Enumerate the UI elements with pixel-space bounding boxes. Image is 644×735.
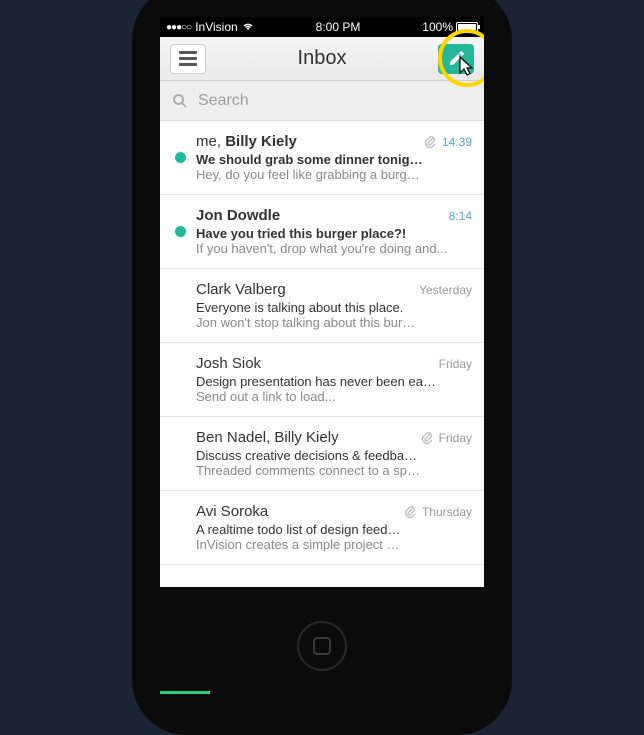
nav-bar: Inbox [160,37,484,81]
message-row[interactable]: Avi Soroka A realtime todo list of design… [160,491,484,565]
time-label: Friday [439,357,472,371]
unread-indicator-col [168,281,192,330]
subject-label: A realtime todo list of design feedback.… [196,522,404,537]
message-meta: Friday [421,429,472,478]
message-meta: Yesterday [419,281,472,330]
unread-indicator-col [168,503,192,552]
statusbar-time: 8:00 PM [254,20,423,34]
page-title: Inbox [298,47,347,70]
message-content: Josh Siok Design presentation has never b… [192,355,439,404]
message-row[interactable]: Ben Nadel, Billy Kiely Discuss creative d… [160,417,484,491]
preview-label: Send out a link to load... [196,389,439,404]
home-square-icon [313,637,331,655]
statusbar-left: ●●●○○ InVision [166,20,254,34]
preview-label: If you haven't, drop what you're doing a… [196,241,449,256]
time-label: Thursday [422,505,472,519]
message-row[interactable]: Clark Valberg Everyone is talking about t… [160,269,484,343]
message-list: me, Billy Kiely We should grab some dinne… [160,121,484,565]
sender-label: Jon Dowdle [196,207,449,224]
time-label: 8:14 [449,209,472,223]
sender-label: Clark Valberg [196,281,419,298]
preview-label: Threaded comments connect to a specifi..… [196,463,421,478]
phone-screen: ●●●○○ InVision 8:00 PM 100% Inbox [160,17,484,587]
compose-button[interactable] [438,44,474,74]
home-button[interactable] [297,621,347,671]
subject-label: Design presentation has never been eas..… [196,374,439,389]
message-content: Avi Soroka A realtime todo list of design… [192,503,404,552]
sender-label: Josh Siok [196,355,439,372]
search-bar[interactable] [160,81,484,121]
phone-shell: ●●●○○ InVision 8:00 PM 100% Inbox [132,0,512,735]
sender-label: Ben Nadel, Billy Kiely [196,429,421,446]
hamburger-line [179,51,197,54]
preview-label: Jon won't stop talking about this burger… [196,315,419,330]
unread-dot-icon [175,152,186,163]
message-row[interactable]: Josh Siok Design presentation has never b… [160,343,484,417]
unread-indicator-col [168,207,192,256]
attachment-icon [421,431,433,445]
hamburger-line [179,57,197,60]
subject-label: Have you tried this burger place?! [196,226,449,241]
message-meta: Thursday [404,503,472,552]
time-label: Friday [439,431,472,445]
battery-pct-label: 100% [422,20,453,34]
subject-label: Everyone is talking about this place. [196,300,419,315]
message-meta: 14:39 [424,133,472,182]
message-content: Clark Valberg Everyone is talking about t… [192,281,419,330]
subject-label: We should grab some dinner tonight. [196,152,424,167]
message-row[interactable]: Jon Dowdle Have you tried this burger pla… [160,195,484,269]
hamburger-line [179,63,197,66]
message-meta: 8:14 [449,207,472,256]
search-input[interactable] [198,92,472,110]
search-icon [172,93,188,109]
unread-indicator-col [168,355,192,404]
unread-indicator-col [168,429,192,478]
message-content: Ben Nadel, Billy Kiely Discuss creative d… [192,429,421,478]
message-content: Jon Dowdle Have you tried this burger pla… [192,207,449,256]
preview-label: Hey, do you feel like grabbing a burger … [196,167,424,182]
status-bar: ●●●○○ InVision 8:00 PM 100% [160,17,484,37]
sender-label: me, Billy Kiely [196,133,424,150]
unread-indicator-col [168,133,192,182]
attachment-icon [424,135,436,149]
carrier-label: InVision [195,20,237,34]
message-row[interactable]: me, Billy Kiely We should grab some dinne… [160,121,484,195]
sender-label: Avi Soroka [196,503,404,520]
message-meta: Friday [439,355,472,404]
time-label: 14:39 [442,135,472,149]
compose-icon [447,50,465,68]
signal-dots-icon: ●●●○○ [166,22,191,33]
subject-label: Discuss creative decisions & feedback... [196,448,421,463]
unread-dot-icon [175,226,186,237]
menu-button[interactable] [170,44,206,74]
attachment-icon [404,505,416,519]
battery-icon [456,22,478,32]
preview-label: InVision creates a simple project checkl… [196,537,404,552]
statusbar-right: 100% [422,20,478,34]
time-label: Yesterday [419,283,472,297]
wifi-icon [242,20,254,34]
message-content: me, Billy Kiely We should grab some dinne… [192,133,424,182]
